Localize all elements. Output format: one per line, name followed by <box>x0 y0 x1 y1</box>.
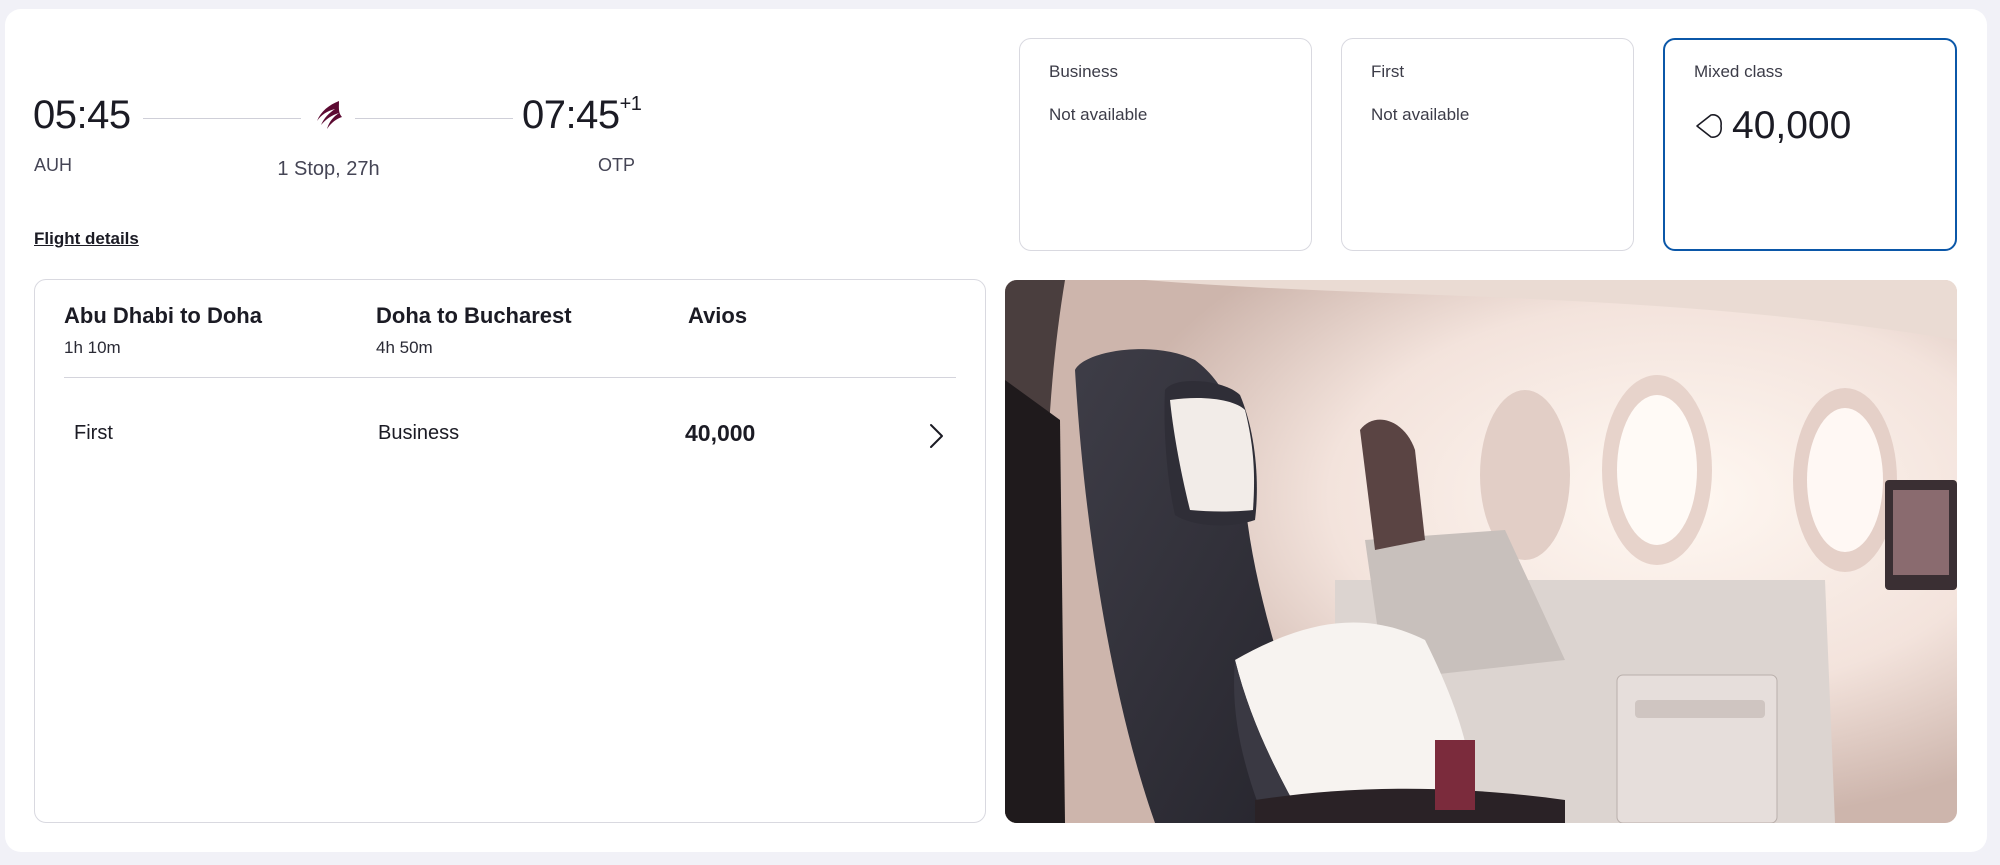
origin-airport-code: AUH <box>34 155 73 175</box>
segment-2-class: Business <box>378 422 460 444</box>
segment-2-duration: 4h 50m <box>376 338 433 357</box>
departure-time: 05:45 <box>33 93 131 137</box>
airline-logo-icon <box>317 101 342 129</box>
chevron-right-icon[interactable] <box>926 422 946 450</box>
fare-breakdown-panel: Abu Dhabi to Doha 1h 10m Doha to Buchare… <box>34 279 986 823</box>
cabin-status: Not available <box>1371 105 1470 124</box>
arrival-day-offset: +1 <box>619 92 642 115</box>
cabin-name: Mixed class <box>1694 62 1783 81</box>
cabin-price: 40,000 <box>1694 104 1851 148</box>
fare-row[interactable]: First Business 40,000 <box>35 410 985 464</box>
cabin-name: First <box>1371 62 1405 81</box>
destination-airport-code: OTP <box>598 155 636 175</box>
cabin-option-business[interactable]: Business Not available <box>1019 38 1312 251</box>
cabin-seat-illustration <box>1005 280 1957 823</box>
flight-details-link[interactable]: Flight details <box>34 229 139 249</box>
cabin-price-value: 40,000 <box>1732 104 1852 147</box>
arrival-time: 07:45+1 <box>522 92 642 137</box>
segment-1-class: First <box>74 422 113 444</box>
cabin-status: Not available <box>1049 105 1148 124</box>
cabin-seat-image <box>1005 280 1957 823</box>
segment-1-title: Abu Dhabi to Doha <box>64 303 262 328</box>
route-line-left <box>143 118 301 119</box>
segment-1-duration: 1h 10m <box>64 338 121 357</box>
cabin-option-first[interactable]: First Not available <box>1341 38 1634 251</box>
avios-column-header: Avios <box>688 303 748 328</box>
cabin-option-mixed-class[interactable]: Mixed class 40,000 <box>1663 38 1957 251</box>
stops-duration: 1 Stop, 27h <box>277 158 380 180</box>
segment-2-title: Doha to Bucharest <box>376 303 572 328</box>
route-line-right <box>355 118 513 119</box>
avios-icon <box>1696 114 1722 138</box>
fare-avios-value: 40,000 <box>685 420 756 446</box>
cabin-name: Business <box>1049 62 1118 81</box>
table-divider <box>64 377 956 378</box>
